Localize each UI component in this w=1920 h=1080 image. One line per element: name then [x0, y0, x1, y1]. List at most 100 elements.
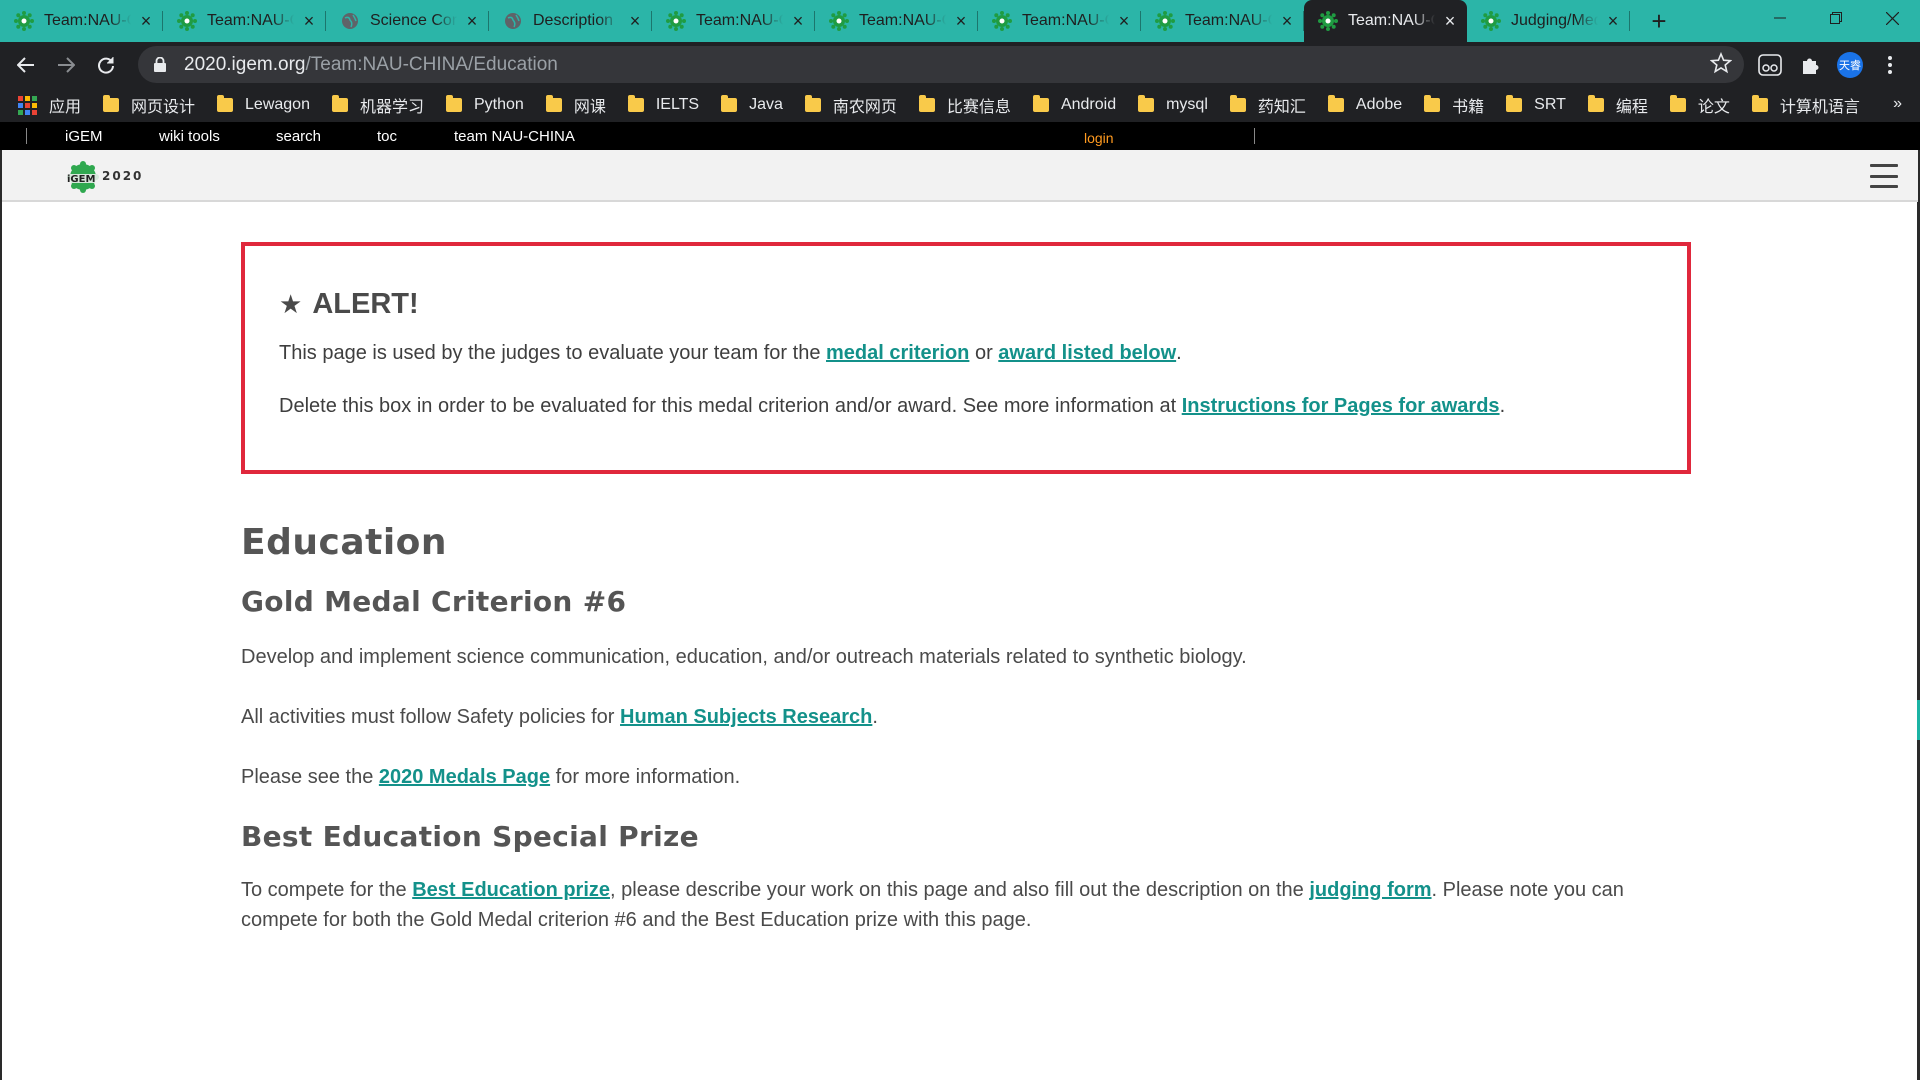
- bookmark-label: Python: [474, 96, 524, 113]
- medals-paragraph: Please see the 2020 Medals Page for more…: [241, 762, 1691, 792]
- tab-close-icon[interactable]: ×: [463, 11, 481, 31]
- judging-form-link[interactable]: judging form: [1309, 879, 1431, 901]
- browser-tab[interactable]: Team:NAU-CHINA ×: [978, 0, 1141, 42]
- bookmark-folder[interactable]: Adobe: [1327, 95, 1402, 114]
- browser-tab[interactable]: Team:NAU-CHINA ×: [0, 0, 163, 42]
- login-link[interactable]: login: [1084, 130, 1114, 146]
- bookmark-folder[interactable]: Android: [1032, 95, 1116, 114]
- extensions-puzzle-icon[interactable]: [1795, 50, 1825, 80]
- tab-close-icon[interactable]: ×: [1604, 11, 1622, 31]
- bookmark-folder[interactable]: Lewagon: [217, 95, 310, 114]
- reload-button[interactable]: [86, 45, 126, 85]
- text: .: [872, 706, 878, 728]
- divider: [1254, 128, 1255, 144]
- browser-tab[interactable]: Team:NAU-CHINA ×: [1141, 0, 1304, 42]
- page-title: Education: [241, 522, 448, 563]
- bookmark-folder[interactable]: Python: [446, 95, 524, 114]
- medal-criterion-link[interactable]: medal criterion: [826, 342, 969, 364]
- folder-icon: [1229, 95, 1246, 112]
- bookmark-folder[interactable]: 南农网页: [804, 93, 897, 117]
- restore-button[interactable]: [1808, 0, 1864, 36]
- text: Please see the: [241, 766, 379, 788]
- bookmark-label: 书籍: [1452, 99, 1485, 116]
- bookmark-folder[interactable]: IELTS: [627, 95, 699, 114]
- url-text[interactable]: 2020.igem.org/Team:NAU-CHINA/Education: [184, 54, 558, 76]
- back-button[interactable]: [6, 45, 46, 85]
- close-window-button[interactable]: [1864, 0, 1920, 36]
- browser-tab[interactable]: Team:NAU-CHINA ×: [1304, 0, 1467, 42]
- bookmark-folder[interactable]: mysql: [1138, 95, 1208, 114]
- tab-close-icon[interactable]: ×: [1441, 11, 1459, 31]
- bookmark-folder[interactable]: 网页设计: [103, 93, 195, 117]
- minimize-button[interactable]: [1752, 0, 1808, 36]
- tab-title: Team:NAU-CHINA: [207, 12, 294, 29]
- bookmark-folder[interactable]: 机器学习: [331, 93, 424, 117]
- browser-tab[interactable]: Team:NAU-CHINA ×: [163, 0, 326, 42]
- igem-logo[interactable]: iGEM 2020: [66, 160, 143, 193]
- browser-tab[interactable]: Judging/Medals ×: [1467, 0, 1630, 42]
- bookmark-folder[interactable]: Java: [721, 95, 783, 114]
- back-arrow-icon: [17, 57, 34, 73]
- bookmark-folder[interactable]: 论文: [1669, 93, 1730, 117]
- tab-close-icon[interactable]: ×: [300, 11, 318, 31]
- browser-menu-button[interactable]: [1875, 50, 1905, 80]
- apps-grid-icon: [18, 95, 37, 115]
- menu-team[interactable]: team NAU-CHINA: [454, 128, 575, 145]
- folder-icon: [1138, 95, 1155, 112]
- browser-tab[interactable]: Team:NAU-CHINA ×: [652, 0, 815, 42]
- award-listed-below-link[interactable]: award listed below: [998, 342, 1176, 364]
- divider: [26, 128, 27, 144]
- igem-favicon-icon: [1155, 11, 1175, 31]
- instructions-link[interactable]: Instructions for Pages for awards: [1182, 395, 1500, 417]
- tab-close-icon[interactable]: ×: [1115, 11, 1133, 31]
- medals-page-link[interactable]: 2020 Medals Page: [379, 766, 550, 788]
- tab-close-icon[interactable]: ×: [626, 11, 644, 31]
- menu-toc[interactable]: toc: [377, 128, 397, 145]
- bookmark-folder[interactable]: 编程: [1587, 93, 1648, 117]
- address-bar[interactable]: 2020.igem.org/Team:NAU-CHINA/Education: [138, 46, 1744, 83]
- hamburger-menu-icon[interactable]: [1870, 164, 1898, 188]
- best-education-prize-link[interactable]: Best Education prize: [412, 879, 610, 901]
- igem-favicon-icon: [14, 11, 34, 31]
- profile-avatar-button[interactable]: 天睿: [1835, 50, 1865, 80]
- folder-icon: [1327, 95, 1344, 112]
- human-subjects-research-link[interactable]: Human Subjects Research: [620, 706, 872, 728]
- browser-tab[interactable]: Team:NAU-CHINA ×: [815, 0, 978, 42]
- bookmark-folder[interactable]: 计算机语言: [1751, 93, 1860, 117]
- bookmark-folder[interactable]: 药知汇: [1229, 93, 1306, 117]
- new-tab-button[interactable]: +: [1638, 0, 1680, 42]
- tab-title: Team:NAU-CHINA: [859, 12, 946, 29]
- bookmark-label: 比赛信息: [946, 99, 1011, 116]
- profile-avatar: 天睿: [1837, 52, 1863, 78]
- tab-close-icon[interactable]: ×: [137, 11, 155, 31]
- bookmark-folder[interactable]: SRT: [1506, 95, 1566, 114]
- text: or: [969, 342, 999, 364]
- browser-tab[interactable]: Description ×: [489, 0, 652, 42]
- tab-close-icon[interactable]: ×: [952, 11, 970, 31]
- bookmark-folder[interactable]: 网课: [545, 93, 606, 117]
- reader-extension-icon[interactable]: [1755, 50, 1785, 80]
- tab-close-icon[interactable]: ×: [789, 11, 807, 31]
- folder-icon: [804, 95, 821, 112]
- bookmark-label: 计算机语言: [1779, 99, 1860, 116]
- menu-wiki-tools[interactable]: wiki tools: [159, 128, 220, 145]
- kebab-menu-icon: [1888, 56, 1892, 74]
- lock-icon[interactable]: [154, 57, 172, 72]
- bookmark-apps[interactable]: 应用: [18, 93, 81, 117]
- bookmark-folder[interactable]: 书籍: [1424, 93, 1484, 117]
- window-controls: [1752, 0, 1920, 36]
- browser-tab[interactable]: Science Communication ×: [326, 0, 489, 42]
- forward-button[interactable]: [46, 45, 86, 85]
- tab-close-icon[interactable]: ×: [1278, 11, 1296, 31]
- igem-favicon-icon: [1318, 11, 1338, 31]
- menu-search[interactable]: search: [276, 128, 321, 145]
- bookmark-label: 编程: [1615, 99, 1648, 116]
- bookmark-folder[interactable]: 比赛信息: [918, 93, 1011, 117]
- menu-igem[interactable]: iGEM: [65, 128, 103, 145]
- igem-favicon-icon: [666, 11, 686, 31]
- igem-top-menu: iGEM wiki tools search toc team NAU-CHIN…: [0, 122, 1920, 150]
- safety-paragraph: All activities must follow Safety polici…: [241, 702, 1691, 732]
- forward-arrow-icon: [58, 57, 75, 73]
- bookmark-star-icon[interactable]: [1709, 51, 1733, 79]
- bookmarks-overflow-button[interactable]: »: [1893, 95, 1902, 113]
